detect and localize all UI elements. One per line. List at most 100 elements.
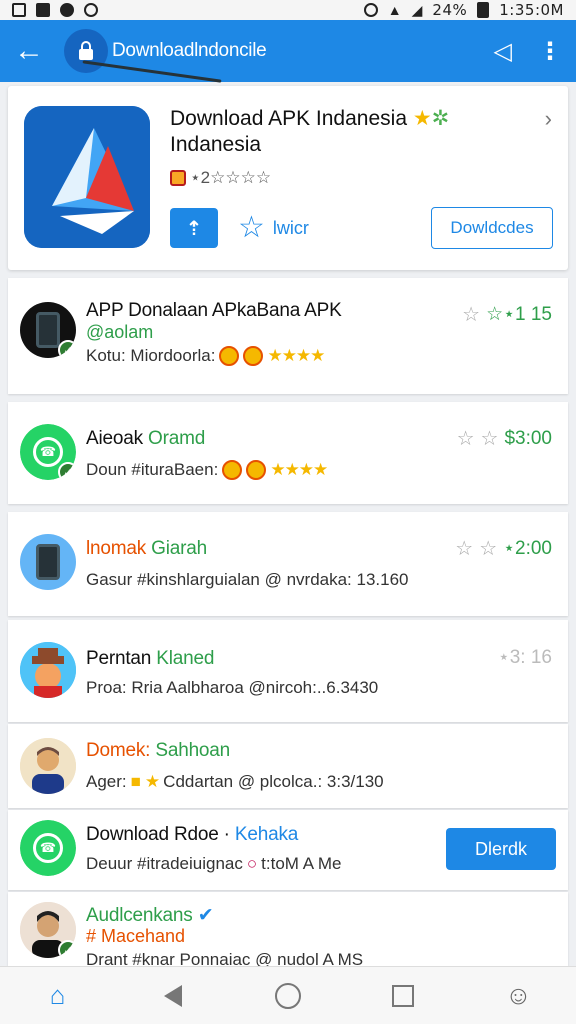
item-subtitle: # Macehand [86, 926, 186, 946]
alarm-icon [363, 3, 378, 17]
item-meta: Gasur #kinshlarguialan @ nvrdaka: 13.160 [86, 570, 409, 590]
item-download-button[interactable]: Dlerdk [446, 828, 556, 870]
item-meta-text-2: t:toM A Me [261, 854, 342, 873]
lock-icon [79, 40, 93, 60]
item-meta-text: Deuur #itradeiuignac [86, 854, 243, 873]
clock: 1:35:0M [499, 1, 564, 19]
item-rating-text: ⋆2:00 [503, 538, 552, 559]
messenger-icon [60, 3, 74, 17]
rating-text: ⋆2☆☆☆☆ [190, 168, 272, 187]
item-title-accent: Oramd [148, 428, 206, 449]
back-triangle-icon[interactable] [153, 976, 193, 1016]
item-title-accent: Sahhoan [155, 740, 231, 761]
verified-icon: ✓ [58, 940, 76, 958]
item-title: Aieoak Oramd [86, 428, 205, 450]
home-circle-icon[interactable] [268, 976, 308, 1016]
item-title: Audlcenkans ✔ [86, 904, 214, 927]
coin-icon [243, 346, 264, 366]
star-outline-icon: ☆ [479, 538, 498, 560]
home-icon[interactable]: ⌂ [38, 976, 78, 1016]
star-outline-icon: ☆ [455, 538, 474, 560]
battery-percent: 24% [432, 1, 468, 19]
item-title-text: Download Rdoe · [86, 824, 230, 845]
star-outline-icon: ☆ [480, 428, 499, 450]
item-meta: Kotu: Miordoorla: ★★★★ [86, 346, 325, 366]
wifi-icon: ▲ [387, 2, 402, 18]
list-item[interactable]: ✓ Audlcenkans ✔ # Macehand Drant #knar P… [8, 892, 568, 966]
image-icon [12, 3, 26, 17]
battery-icon [477, 2, 490, 18]
item-rating: ☆ ☆ $3:00 [457, 426, 552, 451]
item-meta-text: Gasur #kinshlarguialan @ nvrdaka: 13.160 [86, 570, 409, 589]
secure-lock-button[interactable] [64, 29, 108, 73]
person-avatar [20, 738, 76, 794]
phone-icon [36, 312, 60, 348]
item-title-accent: Giarah [151, 538, 207, 559]
character-avatar [20, 642, 76, 698]
rating-stars: ★★★★ [270, 460, 328, 479]
share-icon[interactable]: ◁ [494, 37, 512, 66]
featured-actions: ⇡ ☆ lwicr [170, 208, 309, 248]
item-title-text: Aieoak [86, 428, 143, 449]
item-meta: Ager: ■ ★ Cddartan @ plcolca.: 3:3/130 [86, 772, 384, 792]
item-title: lnomak Giarah [86, 538, 207, 560]
list-item[interactable]: ☎ ✓ Aieoak Oramd Doun #ituraBaen: ★★★★ ☆… [8, 402, 568, 504]
item-title: Domek: Sahhoan [86, 740, 230, 762]
recents-square-icon[interactable] [383, 976, 423, 1016]
chevron-right-icon[interactable]: › [545, 106, 552, 132]
profile-icon[interactable]: ☺ [498, 976, 538, 1016]
featured-rating: ⋆2☆☆☆☆ [170, 168, 271, 188]
item-meta: Deuur #itradeiuignac ○ t:toM A Me [86, 854, 341, 874]
list-item[interactable]: Perntan Klaned Proa: Rria Aalbharoa @nir… [8, 620, 568, 722]
app-logo-icon [24, 106, 150, 248]
app-icon [84, 3, 98, 17]
sparkle-icon: ✲ [431, 107, 450, 130]
phone-avatar [20, 534, 76, 590]
featured-app-title: Download APK Indanesia ★✲ Indanesia [170, 106, 490, 158]
wishlist-star-icon[interactable]: ☆ [238, 213, 265, 243]
item-title: Download Rdoe · Kehaka [86, 824, 298, 846]
list-item[interactable]: lnomak Giarah Gasur #kinshlarguialan @ n… [8, 512, 568, 616]
person-avatar: ✓ [20, 902, 76, 958]
signal-icon: ◢ [411, 1, 423, 18]
more-menu-icon[interactable]: ⋮ [538, 37, 562, 66]
featured-app-card[interactable]: Download APK Indanesia ★✲ Indanesia › ⋆2… [8, 86, 568, 270]
item-meta-text: Ager: [86, 772, 127, 791]
featured-title-line1: Download APK Indanesia [170, 107, 407, 130]
item-title-accent: Klaned [156, 648, 215, 669]
rating-stars: ★ [144, 772, 160, 791]
item-rating-text: ☆⋆1 15 [486, 304, 552, 325]
item-meta-text: Kotu: Miordoorla: [86, 346, 216, 365]
list-item[interactable]: ✓ APP Donalaan APkaBana APK @aolam Kotu:… [8, 278, 568, 394]
item-title: Perntan Klaned [86, 648, 214, 670]
star-outline-icon: ☆ [456, 428, 475, 450]
notification-icon [36, 3, 50, 17]
back-arrow-icon[interactable]: ← [14, 36, 54, 66]
item-meta-text: Proa: Rria Aalbharoa @nircoh:..6.3430 [86, 678, 379, 697]
emoji-icon: ■ [130, 772, 141, 791]
item-title-text: Audlcenkans [86, 905, 193, 926]
rating-stars: ★★★★ [267, 346, 325, 365]
bottom-nav: ⌂ ☺ [0, 966, 576, 1024]
list-item[interactable]: ☎ Download Rdoe · Kehaka Deuur #itradeiu… [8, 810, 568, 890]
item-meta: Proa: Rria Aalbharoa @nircoh:..6.3430 [86, 678, 378, 698]
coin-icon [222, 460, 243, 480]
wishlist-label[interactable]: lwicr [273, 218, 309, 239]
url-text[interactable]: Downloadlndoncile [112, 40, 494, 62]
list-item[interactable]: Domek: Sahhoan Ager: ■ ★ Cddartan @ plco… [8, 724, 568, 808]
item-rating-text: ⋆3: 16 [497, 647, 552, 668]
link-icon: ○ [246, 854, 258, 873]
star-icon: ★ [412, 107, 432, 130]
install-icon-button[interactable]: ⇡ [170, 208, 218, 248]
verified-icon: ✓ [58, 462, 76, 480]
download-button[interactable]: Dowldcdes [431, 207, 553, 249]
verified-icon: ✓ [58, 340, 76, 358]
item-title: APP Donalaan APkaBana APK [86, 300, 342, 321]
item-rating-text: $3:00 [504, 427, 552, 449]
coin-icon [246, 460, 267, 480]
item-subtitle: @aolam [86, 322, 154, 342]
item-rating: ☆ ☆⋆1 15 [462, 302, 552, 327]
item-meta: Doun #ituraBaen: ★★★★ [86, 460, 328, 480]
status-right-icons: ▲ ◢ 24% 1:35:0M [363, 1, 564, 19]
item-meta-text: Doun #ituraBaen: [86, 460, 219, 479]
